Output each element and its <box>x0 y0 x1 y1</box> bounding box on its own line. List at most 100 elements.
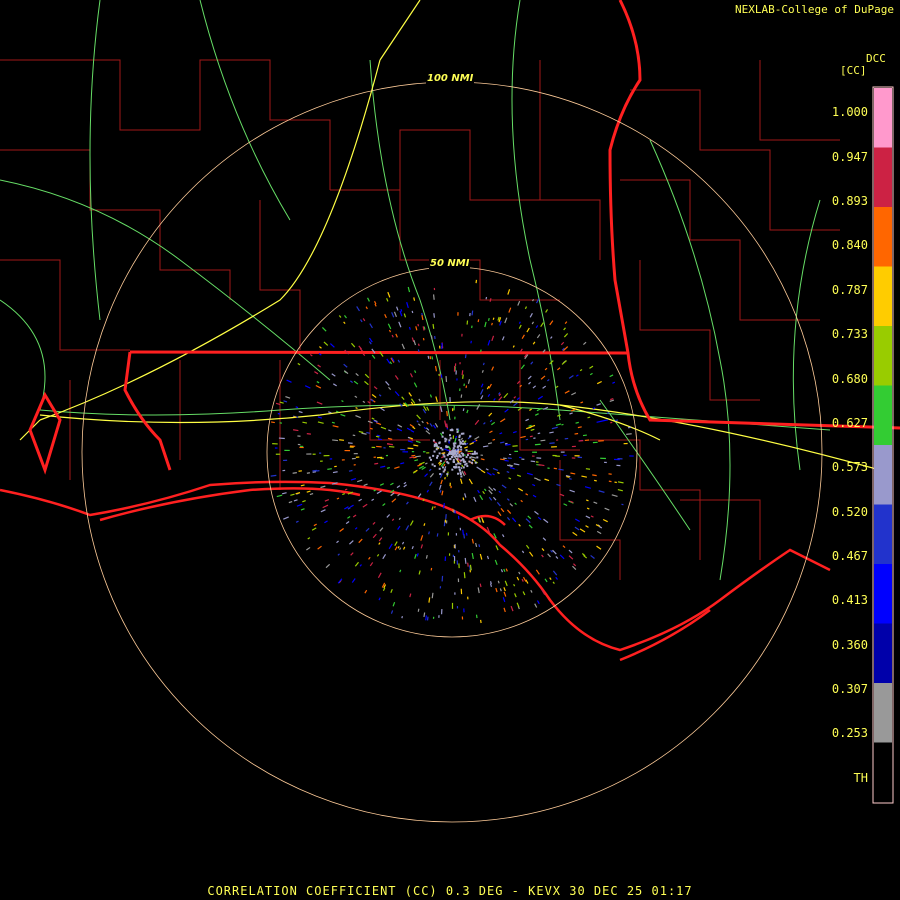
legend-label: 0.360 <box>831 638 868 652</box>
radar-echo-speck <box>444 466 447 470</box>
radar-echo-speck <box>358 430 364 434</box>
radar-clutter-speck <box>444 440 447 443</box>
radar-echo-speck <box>572 531 578 537</box>
radar-echo-speck <box>407 440 413 443</box>
radar-echo-speck <box>583 554 588 559</box>
legend-label: 0.733 <box>831 327 868 341</box>
radar-echo-speck <box>401 396 405 400</box>
radar-echo-speck <box>508 477 512 480</box>
radar-echo-speck <box>480 469 486 474</box>
radar-echo-speck <box>542 537 547 541</box>
radar-echo-speck <box>376 554 380 557</box>
radar-echo-speck <box>563 333 569 338</box>
radar-echo-speck <box>525 518 531 524</box>
radar-echo-speck <box>488 489 493 495</box>
radar-echo-speck <box>320 509 326 513</box>
radar-clutter-speck <box>449 452 452 455</box>
radar-echo-speck <box>386 466 390 469</box>
radar-echo-speck <box>315 384 322 389</box>
radar-echo-speck <box>480 383 484 388</box>
radar-echo-speck <box>569 489 575 493</box>
radar-echo-speck <box>586 507 590 510</box>
radar-echo-speck <box>407 286 411 293</box>
radar-echo-speck <box>337 553 340 556</box>
radar-echo-speck <box>430 335 433 340</box>
radar-clutter-speck <box>459 462 462 465</box>
radar-echo-speck <box>602 419 609 422</box>
radar-echo-speck <box>508 307 512 313</box>
legend-label: 0.467 <box>831 549 868 563</box>
radar-echo-speck <box>448 440 450 444</box>
radar-echo-speck <box>368 341 372 345</box>
radar-echo-speck <box>594 479 597 482</box>
radar-echo-speck <box>480 458 485 461</box>
radar-echo-speck <box>596 545 602 550</box>
radar-clutter-speck <box>474 461 477 464</box>
radar-clutter-speck <box>463 442 466 445</box>
radar-echo-speck <box>500 508 505 513</box>
radar-echo-speck <box>411 545 414 550</box>
radar-echo-speck <box>340 413 346 417</box>
radar-echo-speck <box>516 380 521 385</box>
road-network <box>0 0 831 581</box>
legend-label: 0.893 <box>831 194 868 208</box>
radar-clutter-speck <box>453 445 456 448</box>
radar-echo-speck <box>317 421 324 424</box>
radar-echo-speck <box>581 475 587 478</box>
legend-label: 0.787 <box>831 283 868 297</box>
radar-clutter-speck <box>454 466 457 469</box>
radar-echo-speck <box>467 562 469 567</box>
radar-echo-speck <box>525 579 529 584</box>
radar-echo-speck <box>424 462 428 465</box>
color-scale-swatch <box>874 683 892 743</box>
radar-echo-speck <box>487 339 491 346</box>
radar-echo-speck <box>389 361 393 365</box>
radar-echo-speck <box>509 503 514 507</box>
radar-echo-speck <box>387 323 392 330</box>
radar-echo-speck <box>585 525 589 528</box>
radar-echo-speck <box>397 359 401 363</box>
radar-echo-speck <box>495 545 499 551</box>
radar-echo-speck <box>553 467 557 470</box>
radar-echo-speck <box>312 469 317 472</box>
radar-echo-speck <box>304 385 311 389</box>
radar-echo-speck <box>378 597 381 601</box>
radar-echo-speck <box>309 493 314 496</box>
radar-clutter-speck <box>476 456 479 459</box>
radar-echo-speck <box>350 342 356 348</box>
radar-clutter-speck <box>449 434 452 437</box>
radar-echo-speck <box>323 341 329 346</box>
radar-echo-speck <box>464 557 467 564</box>
radar-echo-speck <box>536 600 540 605</box>
radar-echo-speck <box>520 364 525 370</box>
radar-map-view: NEXLAB-College of DuPage DCC [CC] 100 NM… <box>0 0 900 900</box>
radar-echo-speck <box>527 515 532 520</box>
radar-echo-speck <box>590 515 594 518</box>
radar-echo-speck <box>359 564 362 567</box>
radar-clutter-speck <box>471 458 474 461</box>
radar-echo-speck <box>397 424 403 428</box>
radar-echo-speck <box>474 419 480 426</box>
radar-echo-speck <box>398 517 401 521</box>
radar-clutter-speck <box>464 460 467 463</box>
radar-echo-speck <box>596 380 602 385</box>
radar-clutter-speck <box>469 435 472 438</box>
radar-echo-speck <box>487 318 490 321</box>
radar-echo-speck <box>354 561 360 567</box>
radar-clutter-speck <box>459 473 462 476</box>
radar-echo-speck <box>363 483 368 487</box>
radar-echo-speck <box>317 416 323 419</box>
radar-echo-speck <box>411 310 414 314</box>
radar-echo-speck <box>347 507 351 510</box>
radar-clutter-speck <box>452 458 455 461</box>
radar-echo-speck <box>431 506 434 511</box>
radar-echo-speck <box>387 291 391 298</box>
radar-echo-speck <box>487 393 491 398</box>
radar-echo-speck <box>471 552 474 560</box>
radar-echo-speck <box>614 419 619 422</box>
radar-echo-speck <box>499 588 502 592</box>
radar-echo-speck <box>338 490 342 493</box>
radar-echo-speck <box>415 440 421 444</box>
radar-echo-speck <box>364 380 369 386</box>
radar-clutter-speck <box>441 431 444 434</box>
